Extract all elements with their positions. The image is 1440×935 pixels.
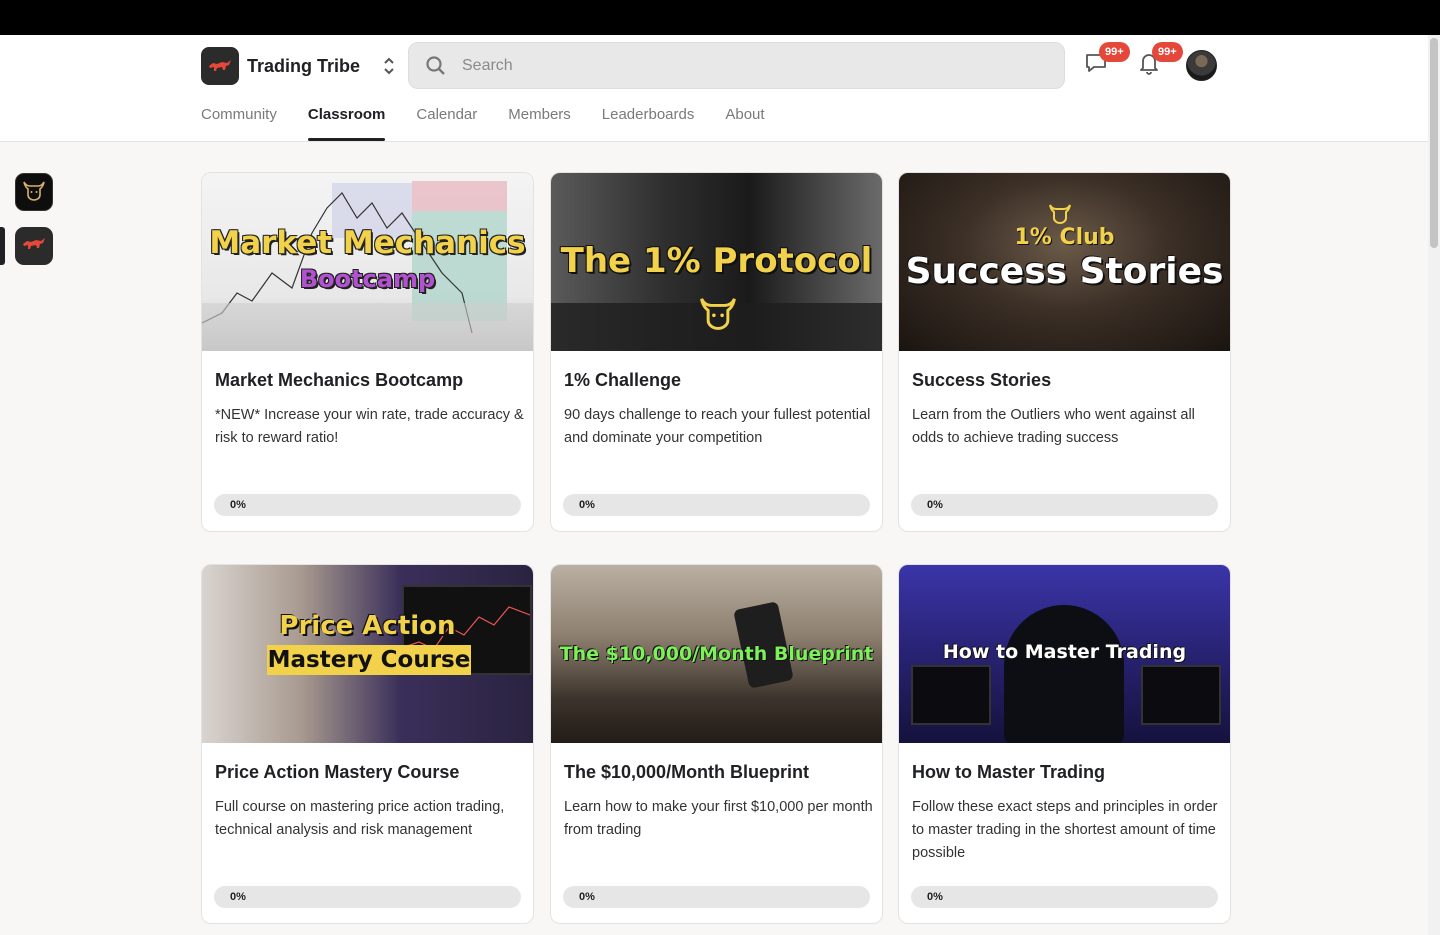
course-card[interactable]: The $10,000/Month Blueprint The $10,000/… bbox=[550, 564, 883, 924]
course-title: How to Master Trading bbox=[912, 762, 1106, 782]
course-title: The $10,000/Month Blueprint bbox=[564, 762, 810, 782]
thumbnail-headline: How to Master Trading bbox=[942, 641, 1187, 663]
header: Trading Tribe 99+ 99+ Community Classroo… bbox=[0, 35, 1428, 142]
thumbnail-subheadline: Mastery Course bbox=[267, 645, 471, 675]
group-switcher[interactable]: Trading Tribe bbox=[201, 47, 396, 85]
course-title: Market Mechanics Bootcamp bbox=[215, 370, 464, 390]
bull-logo-icon bbox=[21, 236, 47, 257]
progress-bar: 0% bbox=[563, 886, 870, 908]
notifications-button[interactable]: 99+ bbox=[1136, 42, 1183, 78]
user-avatar[interactable] bbox=[1186, 50, 1217, 81]
course-description: Learn how to make your first $10,000 per… bbox=[564, 799, 873, 838]
progress-label: 0% bbox=[579, 891, 595, 903]
course-card[interactable]: Price Action Mastery Course Price Action… bbox=[201, 564, 534, 924]
person-silhouette bbox=[1004, 605, 1124, 743]
monitor-graphic bbox=[911, 665, 991, 725]
course-thumbnail: How to Master Trading bbox=[899, 565, 1230, 743]
thumbnail-headline: Price Action bbox=[279, 611, 456, 641]
monitor-graphic bbox=[1141, 665, 1221, 725]
thumbnail-headline: The $10,000/Month Blueprint bbox=[559, 643, 874, 665]
course-title: Price Action Mastery Course bbox=[215, 762, 460, 782]
tab-community[interactable]: Community bbox=[201, 103, 277, 141]
course-description: Follow these exact steps and principles … bbox=[912, 799, 1218, 861]
course-card[interactable]: The 1% Protocol 1% Challenge 90 days cha… bbox=[550, 172, 883, 532]
search-input[interactable] bbox=[462, 56, 1022, 75]
thumbnail-headline: 1% Club bbox=[1014, 225, 1115, 250]
tab-calendar[interactable]: Calendar bbox=[416, 103, 477, 141]
tab-leaderboards[interactable]: Leaderboards bbox=[602, 103, 695, 141]
thumbnail-headline: The 1% Protocol bbox=[560, 241, 873, 281]
chat-badge: 99+ bbox=[1099, 42, 1130, 62]
course-title: Success Stories bbox=[912, 370, 1052, 390]
active-group-indicator bbox=[0, 227, 5, 265]
course-description: *NEW* Increase your win rate, trade accu… bbox=[215, 407, 524, 446]
course-description: Full course on mastering price action tr… bbox=[215, 799, 505, 838]
course-card[interactable]: 1% Club Success Stories Success Stories … bbox=[898, 172, 1231, 532]
bull-head-icon bbox=[20, 176, 48, 209]
thumbnail-headline: Market Mechanics bbox=[209, 225, 526, 261]
course-thumbnail: 1% Club Success Stories bbox=[899, 173, 1230, 351]
bull-logo-icon bbox=[201, 47, 239, 85]
course-card[interactable]: How to Master Trading How to Master Trad… bbox=[898, 564, 1231, 924]
course-description: Learn from the Outliers who went against… bbox=[912, 407, 1195, 446]
sidebar-group-1[interactable] bbox=[15, 173, 53, 211]
course-thumbnail: The 1% Protocol bbox=[551, 173, 882, 351]
course-card[interactable]: Market Mechanics Bootcamp Market Mechani… bbox=[201, 172, 534, 532]
tab-about[interactable]: About bbox=[725, 103, 764, 141]
progress-label: 0% bbox=[230, 499, 246, 511]
scrollbar-thumb[interactable] bbox=[1430, 38, 1438, 248]
chevron-up-down-icon[interactable] bbox=[382, 55, 396, 77]
tab-classroom[interactable]: Classroom bbox=[307, 103, 385, 141]
progress-label: 0% bbox=[927, 891, 943, 903]
group-name: Trading Tribe bbox=[247, 55, 361, 76]
progress-label: 0% bbox=[230, 891, 246, 903]
chart-graphic bbox=[202, 181, 533, 351]
course-title: 1% Challenge bbox=[564, 370, 682, 390]
tab-members[interactable]: Members bbox=[508, 103, 571, 141]
progress-label: 0% bbox=[927, 499, 943, 511]
progress-bar: 0% bbox=[911, 886, 1218, 908]
progress-bar: 0% bbox=[911, 494, 1218, 516]
search-bar[interactable] bbox=[408, 42, 1065, 89]
course-thumbnail: Price Action Mastery Course bbox=[202, 565, 533, 743]
window-top-bar bbox=[0, 0, 1440, 35]
chat-button[interactable]: 99+ bbox=[1083, 42, 1130, 78]
course-description: 90 days challenge to reach your fullest … bbox=[564, 407, 871, 446]
sidebar-group-2[interactable] bbox=[15, 227, 53, 265]
main-nav: Community Classroom Calendar Members Lea… bbox=[201, 103, 796, 141]
progress-label: 0% bbox=[579, 499, 595, 511]
thumbnail-subheadline: Success Stories bbox=[905, 251, 1224, 292]
thumbnail-subheadline: Bootcamp bbox=[299, 265, 436, 293]
progress-bar: 0% bbox=[214, 886, 521, 908]
progress-bar: 0% bbox=[563, 494, 870, 516]
course-thumbnail: The $10,000/Month Blueprint bbox=[551, 565, 882, 743]
notifications-badge: 99+ bbox=[1152, 42, 1183, 62]
search-icon bbox=[425, 55, 447, 77]
course-thumbnail: Market Mechanics Bootcamp bbox=[202, 173, 533, 351]
progress-bar: 0% bbox=[214, 494, 521, 516]
bull-head-icon bbox=[695, 289, 741, 340]
